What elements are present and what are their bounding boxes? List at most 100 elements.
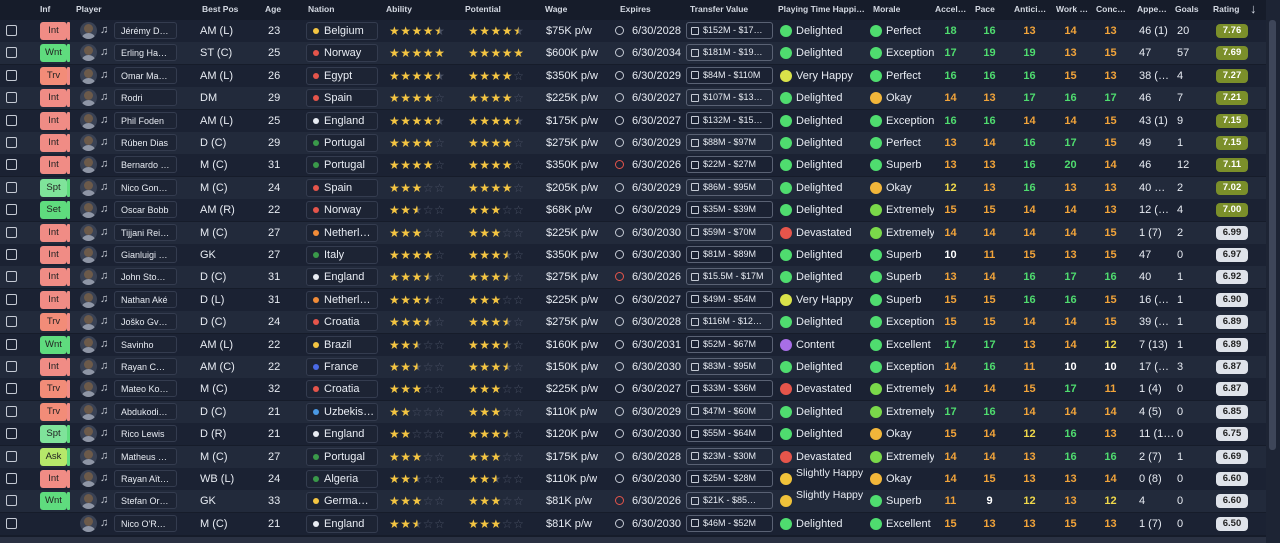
- interest-badge[interactable]: Int: [40, 223, 67, 242]
- row-checkbox[interactable]: [6, 495, 17, 507]
- col-acceleration[interactable]: Accele…: [935, 4, 968, 14]
- table-row[interactable]: Wnt ♫ Savinho AM (L) 22 Brazil ★★★☆☆ ★★★★☆ $160K…: [0, 333, 1266, 356]
- interest-badge[interactable]: Trv: [40, 402, 67, 421]
- col-concentration[interactable]: Conce…: [1096, 4, 1129, 14]
- player-name[interactable]: Rúben Dias: [114, 134, 177, 151]
- player-name[interactable]: Tijjani Reijnders: [114, 223, 177, 241]
- transfer-value[interactable]: $84M - $110M: [686, 66, 773, 84]
- table-row[interactable]: Wnt ♫ Erling Haaland ST (C) 25 Norway ★★★★★ ★★★…: [0, 42, 1266, 65]
- interest-badge[interactable]: Int: [40, 268, 67, 287]
- row-checkbox[interactable]: [6, 383, 17, 395]
- col-playing-time[interactable]: Playing Time Happin…: [778, 4, 866, 14]
- interest-badge[interactable]: Int: [40, 156, 67, 175]
- interest-badge[interactable]: Int: [40, 358, 67, 376]
- player-name[interactable]: Rodri: [114, 89, 177, 107]
- nation[interactable]: France: [306, 358, 378, 376]
- scrollbar-thumb[interactable]: [1269, 20, 1276, 450]
- table-row[interactable]: Int ♫ Nathan Aké D (L) 31 Netherl… ★★★★☆ ★★★☆☆ $…: [0, 288, 1266, 311]
- player-name[interactable]: John Stones: [114, 268, 177, 286]
- player-name[interactable]: Phil Foden: [114, 111, 177, 129]
- nation[interactable]: Spain: [306, 89, 378, 108]
- nation[interactable]: Egypt: [306, 66, 378, 85]
- row-checkbox[interactable]: [6, 25, 17, 36]
- transfer-value[interactable]: $132M - $15…: [686, 111, 773, 129]
- interest-badge[interactable]: Int: [40, 470, 67, 488]
- transfer-value[interactable]: $49M - $54M: [686, 290, 773, 308]
- interest-badge[interactable]: Int: [40, 111, 67, 130]
- nation[interactable]: Croatia: [306, 313, 378, 332]
- interest-badge[interactable]: Wnt: [40, 335, 67, 354]
- col-ability[interactable]: Ability: [386, 4, 446, 14]
- interest-badge[interactable]: Int: [40, 290, 67, 309]
- transfer-value[interactable]: $46M - $52M: [686, 514, 773, 532]
- col-morale[interactable]: Morale: [873, 4, 923, 14]
- table-row[interactable]: Int ♫ Rúben Dias D (C) 29 Portugal ★★★★☆ ★★★★☆ $…: [0, 132, 1266, 154]
- player-name[interactable]: Nico González: [114, 178, 177, 196]
- transfer-value[interactable]: $107M - $13…: [686, 89, 773, 107]
- player-name[interactable]: Nathan Aké: [114, 290, 177, 308]
- interest-badge[interactable]: Int: [40, 22, 67, 40]
- nation[interactable]: Germa…: [306, 492, 378, 511]
- transfer-value[interactable]: $33M - $36M: [686, 380, 773, 398]
- row-checkbox[interactable]: [6, 226, 17, 238]
- table-row[interactable]: Int♫Rayan Aït-NouriWB (L)24Algeria★★★☆☆★…: [0, 468, 1266, 490]
- player-name[interactable]: Rico Lewis: [114, 425, 177, 443]
- player-name[interactable]: Nico O'Reilly: [114, 514, 177, 532]
- transfer-value[interactable]: $15.5M - $17M: [686, 268, 773, 286]
- nation[interactable]: Norway: [306, 201, 378, 220]
- transfer-value[interactable]: $116M - $12…: [686, 313, 773, 331]
- row-checkbox[interactable]: [6, 69, 17, 81]
- interest-badge[interactable]: Trv: [40, 380, 67, 399]
- interest-badge[interactable]: Set: [40, 201, 67, 220]
- nation[interactable]: Belgium: [306, 22, 378, 40]
- player-name[interactable]: Gianluigi Donna…: [114, 246, 177, 263]
- row-checkbox[interactable]: [6, 450, 17, 462]
- interest-badge[interactable]: Trv: [40, 313, 67, 332]
- nation[interactable]: Portugal: [306, 156, 378, 175]
- table-row[interactable]: Trv ♫ Mateo Kovačić M (C) 32 Croatia ★★★☆☆ ★★★☆…: [0, 378, 1266, 401]
- transfer-value[interactable]: $55M - $64M: [686, 425, 773, 443]
- col-inf[interactable]: Inf: [40, 4, 70, 14]
- row-checkbox[interactable]: [6, 338, 17, 350]
- col-work-rate[interactable]: Work …: [1056, 4, 1088, 14]
- row-checkbox[interactable]: [6, 293, 17, 305]
- nation[interactable]: Croatia: [306, 380, 378, 399]
- table-row[interactable]: Int ♫ Rayan Cherki AM (C) 22 France ★★★☆☆ ★★★★☆…: [0, 356, 1266, 378]
- row-checkbox[interactable]: [6, 428, 17, 440]
- table-row[interactable]: Ask♫Matheus NunesM (C)27Portugal★★★☆☆★★★…: [0, 445, 1266, 468]
- table-row[interactable]: Int ♫ Phil Foden AM (L) 25 England ★★★★★ ★★★★★ $…: [0, 109, 1266, 132]
- row-checkbox[interactable]: [6, 137, 17, 148]
- transfer-value[interactable]: $21K - $85…: [686, 492, 773, 510]
- col-wage[interactable]: Wage: [545, 4, 595, 14]
- nation[interactable]: Portugal: [306, 447, 378, 466]
- col-nation[interactable]: Nation: [308, 4, 368, 14]
- player-name[interactable]: Matheus Nunes: [114, 447, 177, 465]
- interest-badge[interactable]: Ask: [40, 447, 67, 466]
- interest-badge[interactable]: Wnt: [40, 492, 67, 511]
- player-name[interactable]: Oscar Bobb: [114, 201, 177, 219]
- interest-badge[interactable]: Trv: [40, 66, 67, 85]
- col-appearances[interactable]: Appe…: [1137, 4, 1170, 14]
- transfer-value[interactable]: $59M - $70M: [686, 223, 773, 241]
- table-row[interactable]: Int♫Tijjani ReijndersM (C)27Netherl…★★★☆…: [0, 221, 1266, 244]
- transfer-value[interactable]: $22M - $27M: [686, 156, 773, 174]
- nation[interactable]: Netherl…: [306, 290, 378, 309]
- transfer-value[interactable]: $23M - $30M: [686, 447, 773, 465]
- row-checkbox[interactable]: [6, 473, 17, 484]
- transfer-value[interactable]: $35M - $39M: [686, 201, 773, 219]
- player-name[interactable]: Savinho: [114, 335, 177, 353]
- row-checkbox[interactable]: [6, 114, 17, 126]
- transfer-value[interactable]: $83M - $95M: [686, 358, 773, 375]
- row-checkbox[interactable]: [6, 271, 17, 283]
- nation[interactable]: England: [306, 514, 378, 533]
- table-row[interactable]: ♫ Nico O'Reilly M (C) 21 England ★★★☆☆ ★★★☆☆ $8…: [0, 512, 1266, 535]
- transfer-value[interactable]: $52M - $67M: [686, 335, 773, 353]
- player-name[interactable]: Abdukodir Khus…: [114, 402, 177, 420]
- table-row[interactable]: Spt ♫ Nico González M (C) 24 Spain ★★★☆☆ ★★★★☆ $…: [0, 176, 1266, 199]
- horizontal-scrollbar[interactable]: [0, 537, 1266, 543]
- player-name[interactable]: Rayan Cherki: [114, 358, 177, 375]
- transfer-value[interactable]: $47M - $60M: [686, 402, 773, 420]
- table-row[interactable]: Trv♫Abdukodir Khus…D (C)21Uzbekis…★★☆☆☆★…: [0, 400, 1266, 423]
- row-checkbox[interactable]: [6, 517, 17, 529]
- nation[interactable]: England: [306, 111, 378, 130]
